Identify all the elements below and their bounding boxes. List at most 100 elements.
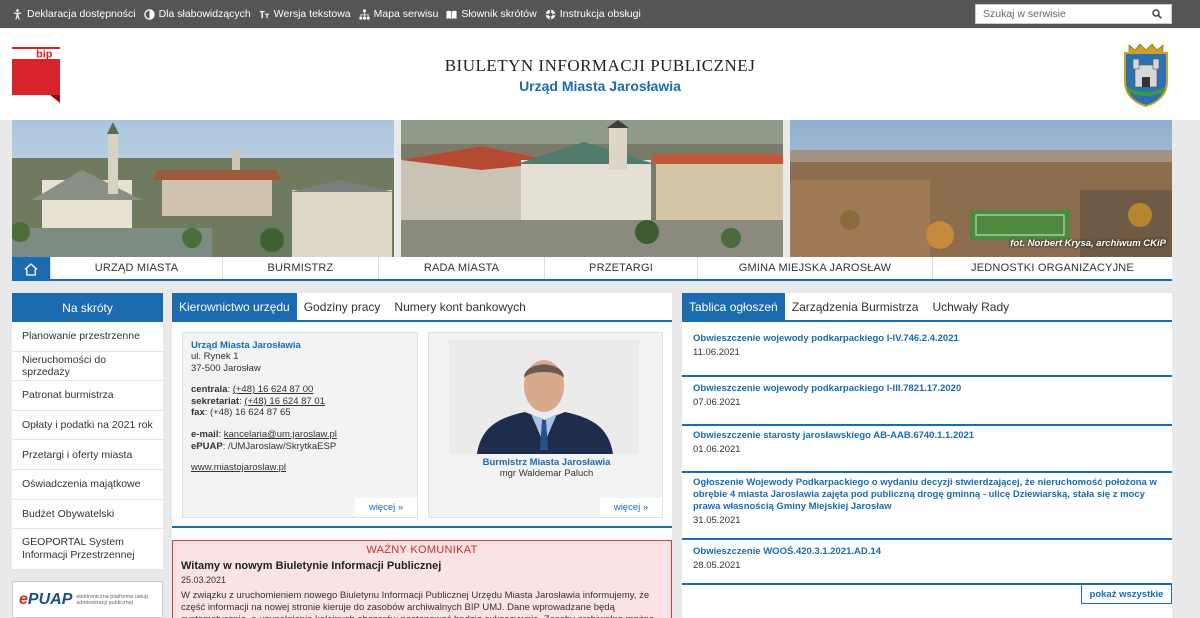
www-link[interactable]: www.miastojaroslaw.pl (191, 462, 286, 473)
nav-item-organizational-units[interactable]: JEDNOSTKI ORGANIZACYJNE (932, 257, 1172, 279)
link-label: Słownik skrótów (461, 8, 537, 20)
link-label: Deklaracja dostępności (27, 8, 136, 20)
book-icon (446, 10, 457, 19)
show-all-button[interactable]: pokaż wszystkie (1081, 585, 1172, 604)
search-button[interactable] (1146, 5, 1168, 23)
main-nav: URZĄD MIASTA BURMISTRZ RADA MIASTA PRZET… (12, 257, 1172, 281)
link-low-vision[interactable]: Dla słabowidzących (143, 8, 251, 20)
bip-logo-text: bip (36, 49, 53, 61)
link-label: Instrukcja obsługi (559, 8, 641, 20)
announcement-title[interactable]: Obwieszczenie wojewody podkarpackiego I-… (693, 333, 1161, 345)
contact-card: Urząd Miasta Jarosławia ul. Rynek 1 37-5… (182, 332, 418, 518)
contact-org-name[interactable]: Urząd Miasta Jarosławia (191, 340, 409, 351)
photo-credit: fot. Norbert Krysa, archiwum CKiP (1010, 238, 1166, 249)
sidebar-item-fees-taxes[interactable]: Opłaty i podatki na 2021 rok (12, 411, 163, 441)
sidebar-item-spatial-planning[interactable]: Planowanie przestrzenne (12, 322, 163, 352)
contact-www: www.miastojaroslaw.pl (191, 462, 409, 474)
site-title-line2: Urząd Miasta Jarosławia (519, 78, 681, 94)
site-search (975, 4, 1172, 24)
announcement-item: Obwieszczenie wojewody podkarpackiego I-… (682, 383, 1172, 426)
announcement-date: 31.05.2021 (693, 515, 741, 526)
contact-street: ul. Rynek 1 (191, 351, 239, 362)
contact-more-link[interactable]: więcej » (355, 498, 417, 517)
sitemap-icon (359, 8, 370, 20)
announcement-date: 11.06.2021 (693, 347, 740, 358)
announcement-title[interactable]: Obwieszczenie starosty jarosławskiego AB… (693, 430, 1161, 442)
site-title-line1: BIULETYN INFORMACJI PUBLICZNEJ (444, 56, 756, 75)
tab-bank-accounts[interactable]: Numery kont bankowych (387, 293, 532, 320)
mayor-name: mgr Waldemar Paluch (499, 468, 594, 479)
bip-logo[interactable]: bip (12, 47, 60, 103)
home-icon (24, 262, 38, 276)
top-utility-bar: Deklaracja dostępności Dla słabowidzącyc… (0, 0, 1200, 28)
contact-epuap: ePUAP: /UMJaroslaw/SkrytkaESP (191, 440, 337, 452)
mayor-photo (449, 340, 639, 454)
tab-notice-board[interactable]: Tablica ogłoszeń (682, 293, 785, 320)
banner-photo-1 (12, 120, 394, 257)
link-accessibility-declaration[interactable]: Deklaracja dostępności (12, 8, 136, 20)
tab-mayor-orders[interactable]: Zarządzenia Burmistrza (785, 293, 926, 320)
middle-tabs: Kierownictwo urzędu Godziny pracy Numery… (172, 293, 672, 322)
site-header: bip BIULETYN INFORMACJI PUBLICZNEJ Urząd… (0, 28, 1200, 120)
nav-item-municipality[interactable]: GMINA MIEJSKA JAROSŁAW (697, 257, 932, 279)
nav-item-tenders[interactable]: PRZETARGI (544, 257, 697, 279)
link-sitemap[interactable]: Mapa serwisu (359, 8, 439, 20)
nav-item-city-office[interactable]: URZĄD MIASTA (50, 257, 222, 279)
contact-phone-secretary: sekretariat: (+48) 16 624 87 01 (191, 395, 325, 407)
link-abbreviations[interactable]: Słownik skrótów (446, 8, 537, 20)
sidebar-item-patronage[interactable]: Patronat burmistrza (12, 381, 163, 411)
notice-date: 25.03.2021 (181, 575, 227, 585)
search-input[interactable] (976, 8, 1146, 20)
announcement-date: 01.06.2021 (693, 444, 741, 455)
notice-body: W związku z uruchomieniem nowego Biulety… (181, 590, 654, 618)
link-label: Wersja tekstowa (273, 8, 351, 20)
epuap-logo: ePUAP (19, 590, 73, 608)
sidebar-item-asset-declarations[interactable]: Oświadczenia majątkowe (12, 470, 163, 500)
nav-item-mayor[interactable]: BURMISTRZ (222, 257, 378, 279)
phone-link[interactable]: (+48) 16 624 87 01 (244, 396, 325, 407)
announcement-title[interactable]: Obwieszczenie WOOŚ.420.3.1.2021.AD.14 (693, 546, 1161, 558)
important-notice: WAŻNY KOMUNIKAT Witamy w nowym Biuletyni… (172, 540, 672, 618)
notice-title: Witamy w nowym Biuletynie Informacji Pub… (181, 560, 442, 572)
mayor-caption[interactable]: Burmistrz Miasta Jarosławia (429, 457, 664, 468)
sidebar-item-geoportal[interactable]: GEOPORTAL System Informacji Przestrzenne… (12, 529, 163, 571)
right-tabs: Tablica ogłoszeń Zarządzenia Burmistrza … (682, 293, 1172, 322)
announcement-item: Ogłoszenie Wojewody Podkarpackiego o wyd… (682, 477, 1172, 540)
mayor-card: Burmistrz Miasta Jarosławia mgr Waldemar… (428, 332, 663, 518)
announcement-item: Obwieszczenie WOOŚ.420.3.1.2021.AD.14 28… (682, 546, 1172, 585)
search-icon (1152, 9, 1162, 19)
link-text-version[interactable]: Wersja tekstowa (259, 8, 351, 20)
text-version-icon (259, 10, 269, 18)
email-link[interactable]: kancelaria@um.jaroslaw.pl (224, 429, 337, 440)
announcement-item: Obwieszczenie wojewody podkarpackiego I-… (682, 333, 1172, 377)
utility-links: Deklaracja dostępności Dla słabowidzącyc… (12, 0, 641, 28)
epuap-banner[interactable]: ePUAP elektroniczna platforma usług admi… (12, 581, 163, 618)
announcements-panel: Tablica ogłoszeń Zarządzenia Burmistrza … (682, 293, 1172, 618)
contrast-icon (143, 8, 155, 20)
link-label: Mapa serwisu (373, 8, 439, 20)
help-icon (545, 9, 556, 19)
announcement-title[interactable]: Obwieszczenie wojewody podkarpackiego I-… (693, 383, 1161, 395)
announcement-date: 07.06.2021 (693, 397, 741, 408)
contact-fax: fax: (+48) 16 624 87 65 (191, 407, 291, 419)
sidebar-list: Planowanie przestrzenne Nieruchomości do… (12, 322, 163, 571)
tab-office-hours[interactable]: Godziny pracy (297, 293, 388, 320)
link-user-guide[interactable]: Instrukcja obsługi (545, 8, 641, 20)
link-label: Dla słabowidzących (158, 8, 251, 20)
accessibility-icon (13, 8, 22, 20)
sidebar-item-real-estate[interactable]: Nieruchomości do sprzedaży (12, 352, 163, 382)
sidebar-title: Na skróty (12, 293, 163, 322)
announcement-title[interactable]: Ogłoszenie Wojewody Podkarpackiego o wyd… (693, 477, 1161, 513)
management-panel: Kierownictwo urzędu Godziny pracy Numery… (172, 293, 672, 618)
tab-council-resolutions[interactable]: Uchwały Rady (925, 293, 1016, 320)
contact-phone-main: centrala: (+48) 16 624 87 00 (191, 384, 314, 396)
home-button[interactable] (12, 257, 50, 281)
tab-management[interactable]: Kierownictwo urzędu (172, 293, 297, 320)
sidebar-item-civic-budget[interactable]: Budżet Obywatelski (12, 500, 163, 530)
banner-photo-2 (401, 120, 783, 257)
notice-header: WAŻNY KOMUNIKAT (366, 544, 478, 556)
nav-item-city-council[interactable]: RADA MIASTA (378, 257, 544, 279)
sidebar-item-tenders-offers[interactable]: Przetargi i oferty miasta (12, 440, 163, 470)
phone-link[interactable]: (+48) 16 624 87 00 (233, 384, 314, 395)
mayor-more-link[interactable]: więcej » (600, 498, 662, 517)
